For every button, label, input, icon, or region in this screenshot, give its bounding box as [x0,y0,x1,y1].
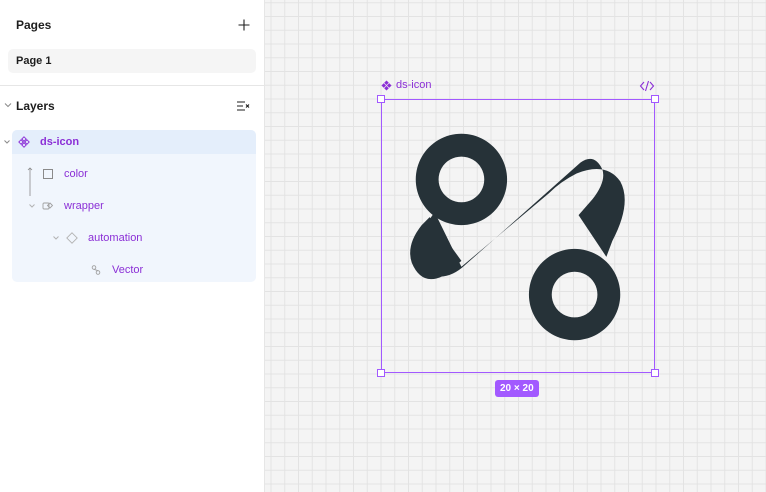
chevron-down-icon[interactable] [3,138,11,146]
layers-section-header[interactable]: Layers [0,96,264,116]
automation-icon [410,133,625,341]
layer-label: color [64,168,88,180]
plus-icon [238,19,250,31]
size-badge: 20 × 20 [495,380,539,397]
page-item-label: Page 1 [16,55,52,67]
rectangle-icon [43,169,53,179]
chevron-down-icon[interactable] [28,202,36,210]
layers-title: Layers [16,99,55,113]
chevron-down-icon [4,103,12,108]
layer-row-ds-icon[interactable]: ds-icon [12,130,256,154]
layer-row-color[interactable]: color [12,162,256,196]
resize-handle-bottom-left[interactable] [377,369,385,377]
frame-name-label[interactable]: ds-icon [381,79,431,91]
layer-tree: ds-icon color wrapper automation Vector [12,130,256,282]
vector-icon [91,265,101,275]
instance-icon [42,202,54,210]
layer-row-automation[interactable]: automation [12,226,256,250]
component-icon [18,136,30,148]
chevron-down-icon[interactable] [52,234,60,242]
sidebar-divider [0,85,264,86]
component-icon [381,79,392,91]
pages-title: Pages [16,18,52,32]
diamond-icon [66,232,78,244]
layer-label: wrapper [64,200,104,212]
resize-handle-top-left[interactable] [377,95,385,103]
layer-label: Vector [112,264,144,276]
layer-label: automation [88,232,143,244]
layer-label: ds-icon [40,136,80,148]
resize-handle-bottom-right[interactable] [651,369,659,377]
code-icon[interactable] [639,79,655,93]
left-sidebar: Pages Page 1 Layers ds-icon color wrappe… [0,0,265,492]
ds-icon-frame[interactable] [377,95,659,377]
add-page-button[interactable] [236,17,252,33]
page-item-page-1[interactable]: Page 1 [8,49,256,73]
layer-row-vector[interactable]: Vector [12,258,256,282]
layer-row-wrapper[interactable]: wrapper [12,194,256,218]
frame-name-text: ds-icon [396,79,432,91]
collapse-list-icon [237,101,250,111]
collapse-layers-button[interactable] [235,98,251,114]
pages-section-header: Pages [0,15,264,35]
resize-handle-top-right[interactable] [651,95,659,103]
